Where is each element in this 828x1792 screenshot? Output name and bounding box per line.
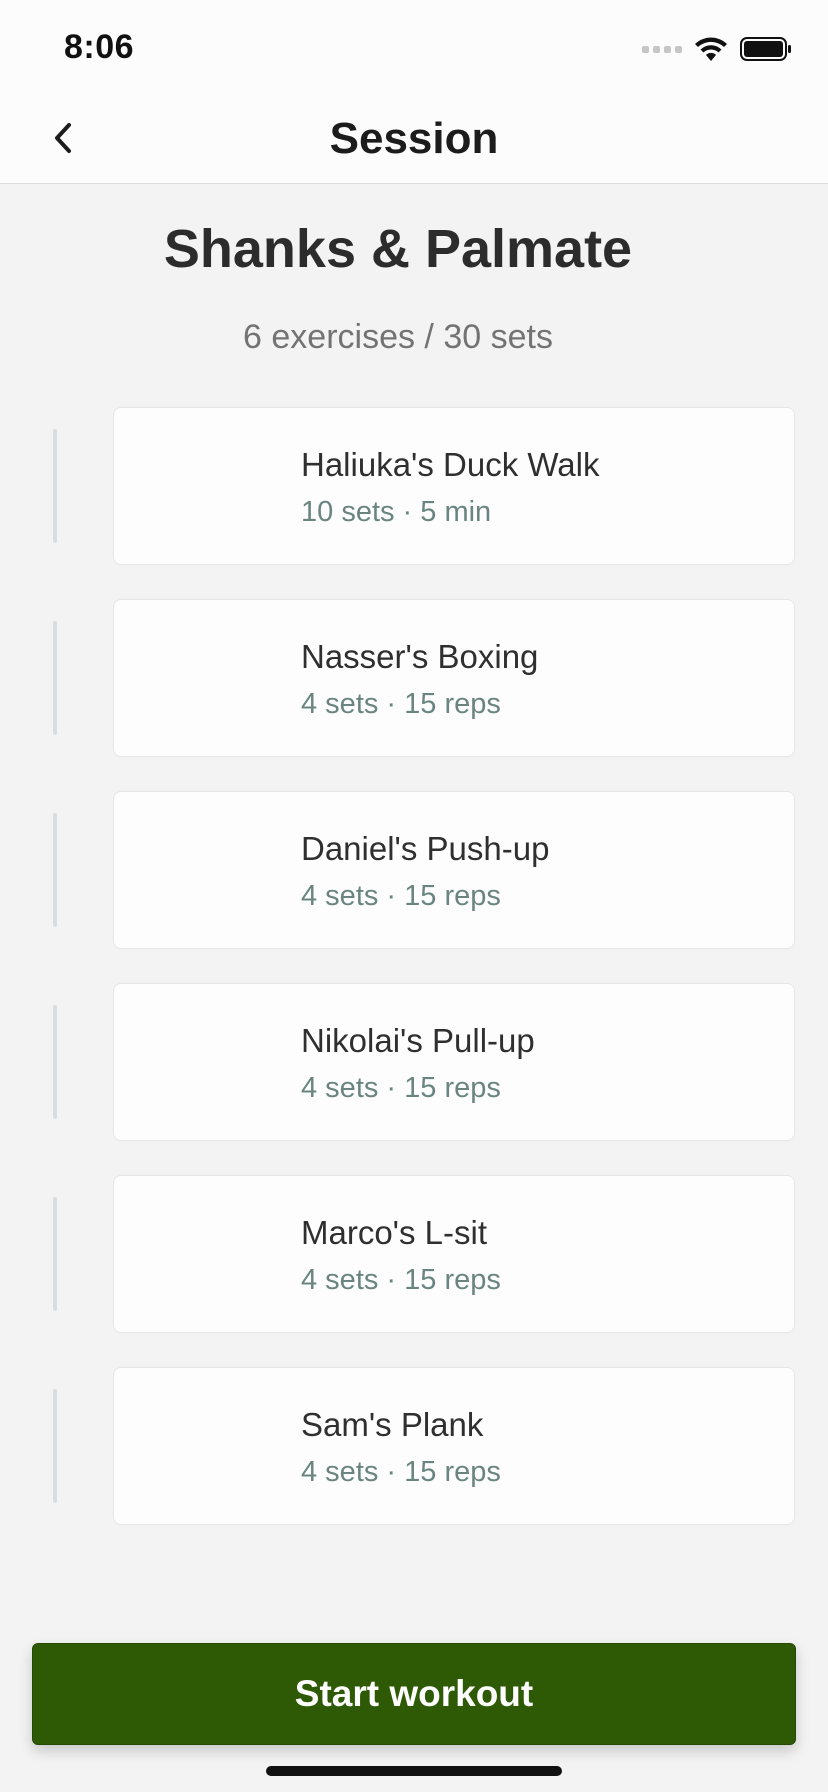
exercise-detail: 10 sets · 5 min bbox=[301, 496, 492, 528]
exercise-detail: 4 sets · 15 reps bbox=[301, 1072, 501, 1104]
timeline-line bbox=[53, 429, 57, 543]
timeline-line bbox=[53, 1005, 57, 1119]
exercise-detail: 4 sets · 15 reps bbox=[301, 688, 501, 720]
exercise-row: Nasser's Boxing 4 sets · 15 reps bbox=[0, 599, 828, 757]
exercise-card[interactable]: Nikolai's Pull-up 4 sets · 15 reps bbox=[113, 983, 795, 1141]
exercise-row: Nikolai's Pull-up 4 sets · 15 reps bbox=[0, 983, 828, 1141]
exercise-name: Daniel's Push-up bbox=[301, 830, 550, 867]
cellular-signal-icon bbox=[642, 45, 682, 53]
timeline-line bbox=[53, 1389, 57, 1503]
exercise-row: Sam's Plank 4 sets · 15 reps bbox=[0, 1367, 828, 1525]
exercise-name: Nasser's Boxing bbox=[301, 638, 539, 675]
timeline-line bbox=[53, 813, 57, 927]
session-title: Shanks & Palmate bbox=[163, 219, 633, 279]
home-indicator bbox=[266, 1766, 562, 1776]
navigation-bar: Session bbox=[0, 92, 828, 184]
status-time: 8:06 bbox=[64, 28, 135, 66]
exercise-card[interactable]: Sam's Plank 4 sets · 15 reps bbox=[113, 1367, 795, 1525]
exercise-row: Daniel's Push-up 4 sets · 15 reps bbox=[0, 791, 828, 949]
status-bar: 8:06 bbox=[0, 0, 828, 92]
battery-icon bbox=[740, 37, 791, 61]
status-icons bbox=[642, 36, 792, 62]
nav-title: Session bbox=[329, 114, 499, 163]
exercise-detail: 4 sets · 15 reps bbox=[301, 880, 501, 912]
exercise-card[interactable]: Marco's L-sit 4 sets · 15 reps bbox=[113, 1175, 795, 1333]
exercise-card[interactable]: Nasser's Boxing 4 sets · 15 reps bbox=[113, 599, 795, 757]
exercise-card[interactable]: Daniel's Push-up 4 sets · 15 reps bbox=[113, 791, 795, 949]
exercise-name: Haliuka's Duck Walk bbox=[301, 446, 600, 483]
wifi-icon bbox=[695, 37, 727, 61]
timeline-line bbox=[53, 621, 57, 735]
exercise-name: Marco's L-sit bbox=[301, 1214, 487, 1251]
session-summary: 6 exercises / 30 sets bbox=[243, 318, 553, 356]
exercise-name: Sam's Plank bbox=[301, 1406, 484, 1443]
start-workout-button[interactable]: Start workout bbox=[32, 1643, 796, 1745]
exercise-card[interactable]: Haliuka's Duck Walk 10 sets · 5 min bbox=[113, 407, 795, 565]
exercise-row: Haliuka's Duck Walk 10 sets · 5 min bbox=[0, 407, 828, 565]
exercise-detail: 4 sets · 15 reps bbox=[301, 1264, 501, 1296]
exercise-detail: 4 sets · 15 reps bbox=[301, 1456, 501, 1488]
exercise-row: Marco's L-sit 4 sets · 15 reps bbox=[0, 1175, 828, 1333]
exercise-name: Nikolai's Pull-up bbox=[301, 1022, 535, 1059]
timeline-line bbox=[53, 1197, 57, 1311]
